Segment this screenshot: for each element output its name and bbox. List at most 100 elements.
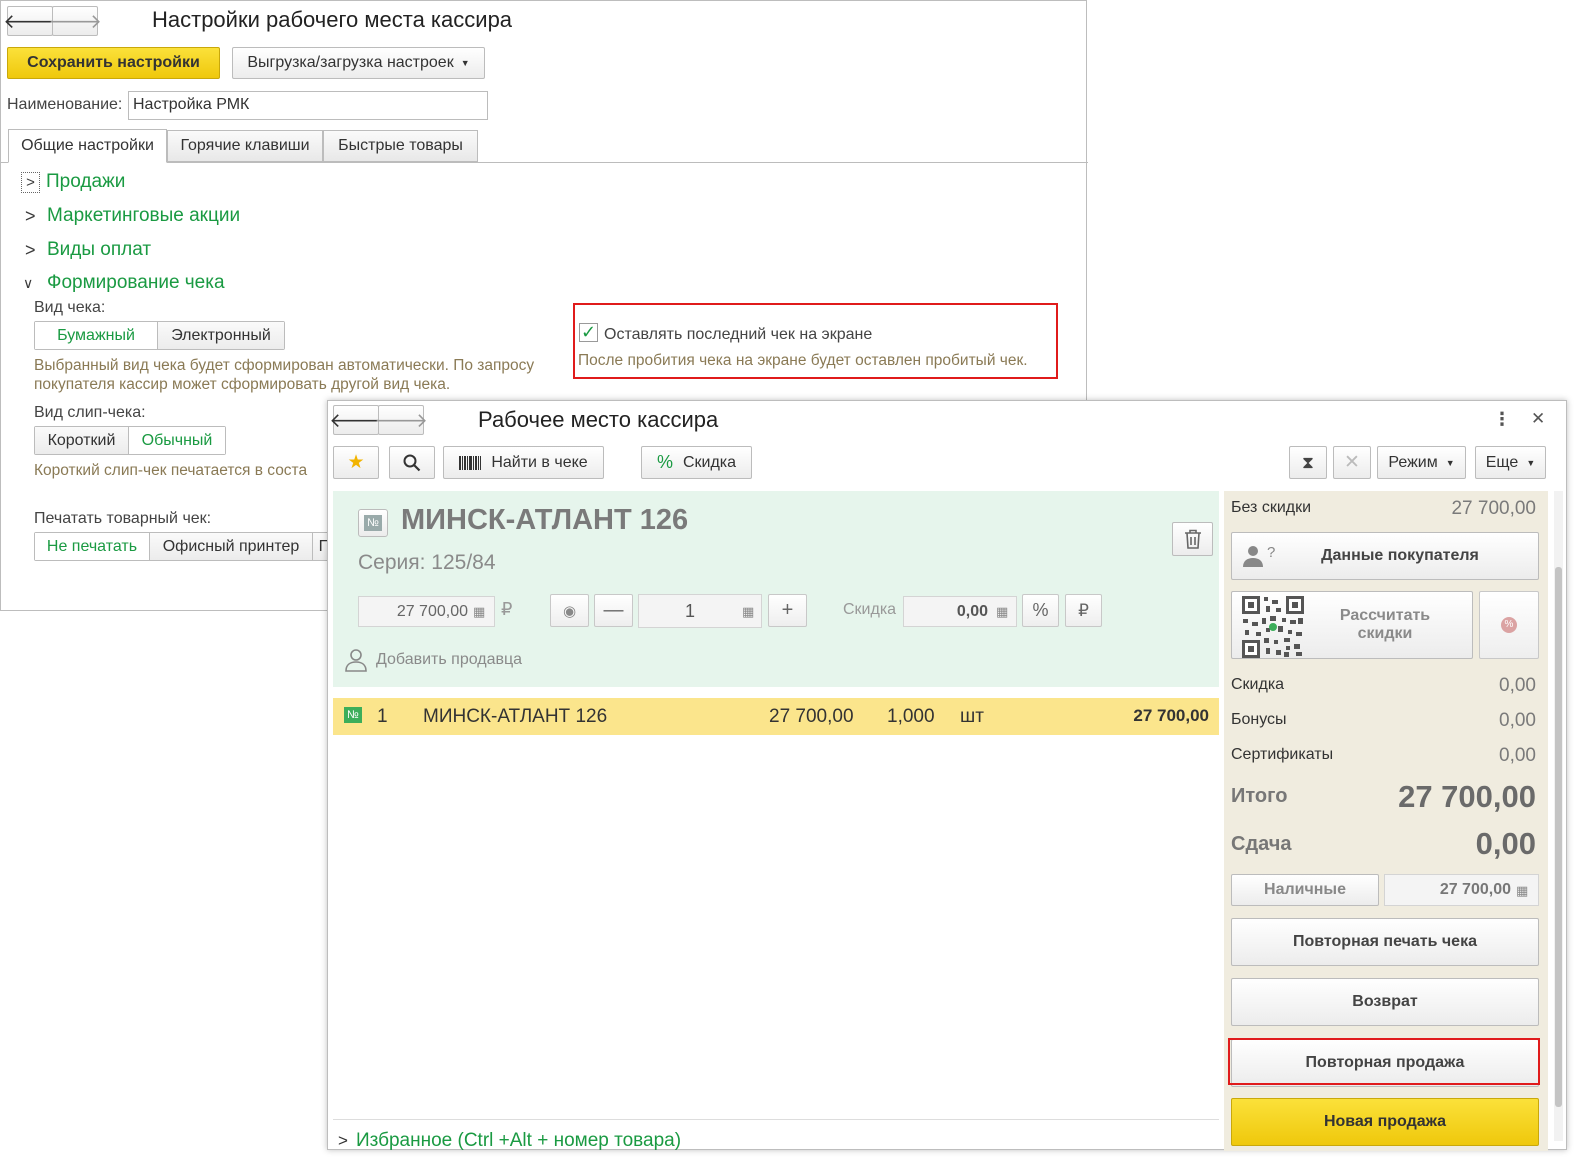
forward-button[interactable]: 🡒 (374, 405, 428, 435)
section-marketing[interactable]: > Маркетинговые акции (21, 205, 240, 227)
cashier-window: 🡐 🡒 Рабочее место кассира ⋮ ✕ ★ Найти в … (327, 400, 1567, 1152)
scrollbar[interactable] (1554, 491, 1563, 1141)
search-button[interactable] (389, 446, 435, 479)
print-office-printer[interactable]: Офисный принтер (150, 533, 313, 560)
row-name: МИНСК-АТЛАНТ 126 (423, 706, 608, 727)
cash-button[interactable]: Наличные (1231, 874, 1379, 906)
currency-sign: ₽ (501, 599, 513, 619)
export-import-button[interactable]: Выгрузка/загрузка настроек ▼ (232, 47, 485, 79)
no-discount-label: Без скидки (1231, 499, 1312, 516)
receipt-type-paper[interactable]: Бумажный (35, 322, 158, 349)
new-sale-button[interactable]: Новая продажа (1231, 1098, 1539, 1146)
discount-button-label: Скидка (682, 453, 737, 471)
discount-card-button[interactable]: % (1479, 591, 1539, 659)
dropdown-arrow-icon: ▼ (1445, 457, 1455, 468)
buyer-data-button[interactable]: ? Данные покупателя (1231, 532, 1539, 580)
back-button[interactable]: 🡐 (329, 405, 383, 435)
favorites-button[interactable]: ★ (333, 446, 379, 479)
mode-button[interactable]: Режим ▼ (1377, 446, 1466, 479)
chevron-right-icon: > (21, 171, 40, 193)
table-row[interactable]: № 1 МИНСК-АТЛАНТ 126 27 700,00 1,000 шт … (333, 698, 1219, 735)
calculator-icon[interactable]: ▦ (996, 604, 1008, 620)
section-label: Формирование чека (47, 272, 225, 293)
keep-last-checkbox[interactable]: ✓ (579, 322, 598, 342)
decrease-qty-button[interactable]: — (594, 594, 633, 627)
favorites-divider (333, 1119, 1219, 1120)
chevron-right-icon: > (25, 205, 36, 226)
reprint-receipt-button[interactable]: Повторная печать чека (1231, 918, 1539, 966)
discount-button[interactable]: % Скидка (641, 446, 752, 479)
discount-label: Скидка (843, 601, 897, 618)
discount-summary-label: Скидка (1231, 676, 1285, 693)
calculator-icon[interactable]: ▦ (473, 604, 485, 620)
product-name: МИНСК-АТЛАНТ 126 (401, 504, 689, 536)
section-label: Маркетинговые акции (47, 205, 241, 226)
back-button[interactable]: 🡐 (3, 6, 57, 36)
cancel-button[interactable]: ✕ (1333, 446, 1371, 479)
mode-label: Режим (1388, 453, 1438, 471)
keep-last-label: Оставлять последний чек на экране (604, 326, 873, 343)
slip-type-normal[interactable]: Обычный (129, 427, 225, 454)
qr-code-icon (1242, 596, 1304, 658)
tab-quick-goods[interactable]: Быстрые товары (323, 130, 478, 162)
calc-discount-label-2: скидки (1357, 625, 1413, 642)
increase-qty-button[interactable]: + (768, 594, 807, 627)
export-import-label: Выгрузка/загрузка настроек (247, 54, 454, 71)
calculator-icon[interactable]: ▦ (742, 604, 754, 620)
minus-icon: — (603, 599, 624, 621)
search-icon (403, 454, 421, 471)
calc-discount-button[interactable]: Рассчитать скидки (1231, 591, 1473, 659)
receipt-type-label: Вид чека: (34, 299, 106, 316)
add-seller-link[interactable]: Добавить продавца (343, 647, 522, 673)
return-button[interactable]: Возврат (1231, 978, 1539, 1026)
total-value: 27 700,00 (1398, 779, 1536, 814)
row-qty: 1,000 (887, 706, 935, 727)
more-button[interactable]: Еще ▼ (1475, 446, 1546, 479)
tab-hotkeys[interactable]: Горячие клавиши (167, 130, 323, 162)
bonuses-value: 0,00 (1499, 710, 1536, 731)
calculator-icon[interactable]: ▦ (1516, 883, 1528, 899)
forward-button[interactable]: 🡒 (48, 6, 102, 36)
receipt-type-electronic[interactable]: Электронный (158, 322, 284, 349)
person-question-icon: ? (1242, 544, 1275, 568)
person-icon (345, 649, 367, 672)
window-title: Настройки рабочего места кассира (152, 7, 513, 32)
more-vertical-icon[interactable]: ⋮ (1493, 409, 1511, 430)
delete-item-button[interactable] (1172, 522, 1213, 556)
section-label: Виды оплат (47, 239, 152, 260)
amount-discount-button[interactable]: ₽ (1065, 594, 1102, 627)
percent-discount-button[interactable]: % (1022, 594, 1059, 627)
ruble-icon: ₽ (1078, 600, 1089, 620)
chevron-right-icon: > (338, 1131, 348, 1150)
scrollbar-thumb[interactable] (1555, 567, 1562, 1107)
section-sales[interactable]: > Продажи (21, 171, 125, 193)
hourglass-icon: ⧗ (1302, 452, 1314, 472)
change-label: Сдача (1231, 833, 1292, 855)
close-icon: ✕ (1344, 452, 1360, 473)
favorites-section[interactable]: > Избранное (Ctrl +Alt + номер товара) (338, 1130, 681, 1152)
receipt-type-hint-1: Выбранный вид чека будет сформирован авт… (34, 357, 535, 374)
name-input[interactable]: Настройка РМК (128, 91, 488, 120)
close-icon[interactable]: ✕ (1531, 409, 1545, 429)
find-in-receipt-button[interactable]: Найти в чеке (443, 446, 604, 479)
tab-general[interactable]: Общие настройки (8, 129, 167, 163)
number-icon: № (344, 707, 362, 723)
barcode-icon (459, 455, 482, 470)
row-num: 1 (377, 706, 388, 727)
percent-icon: % (656, 452, 673, 472)
pending-button[interactable]: ⧗ (1289, 446, 1327, 479)
certificates-value: 0,00 (1499, 745, 1536, 766)
view-button[interactable]: ◉ (550, 594, 589, 627)
find-in-receipt-label: Найти в чеке (491, 453, 588, 471)
section-receipt[interactable]: ∨ Формирование чека (21, 272, 225, 294)
section-payments[interactable]: > Виды оплат (21, 239, 151, 261)
slip-type-short[interactable]: Короткий (35, 427, 129, 454)
name-label: Наименование: (7, 96, 123, 113)
dropdown-arrow-icon: ▼ (460, 58, 470, 68)
arrow-right-icon: 🡒 (48, 10, 102, 33)
favorites-label: Избранное (Ctrl +Alt + номер товара) (355, 1130, 682, 1151)
print-none[interactable]: Не печатать (35, 533, 150, 560)
save-settings-button[interactable]: Сохранить настройки (7, 47, 220, 79)
print-receipt-switch: Не печатать Офисный принтер Г (34, 532, 334, 561)
keep-last-hint: После пробития чека на экране будет оста… (578, 352, 1028, 369)
